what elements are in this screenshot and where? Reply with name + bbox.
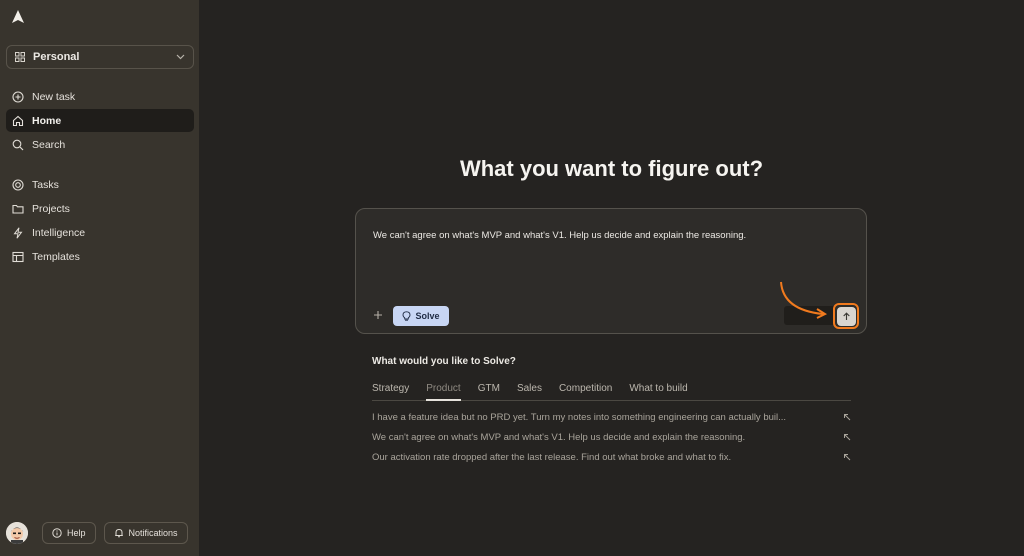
bell-icon (114, 528, 123, 538)
sidebar-item-intelligence[interactable]: Intelligence (6, 221, 194, 244)
grid-icon (15, 52, 25, 62)
sidebar-item-label: Projects (32, 202, 70, 215)
sidebar-item-label: Search (32, 138, 66, 151)
tab-gtm[interactable]: GTM (478, 383, 500, 401)
prompt-input[interactable]: We can't agree on what's MVP and what's … (373, 230, 746, 241)
chevron-down-icon (176, 54, 185, 60)
prompt-box[interactable]: We can't agree on what's MVP and what's … (355, 208, 867, 334)
sidebar-item-label: Tasks (32, 178, 59, 191)
sidebar: Personal New task Home Search Tasks Proj… (0, 0, 199, 556)
sidebar-footer: Help Notifications (6, 521, 194, 545)
tab-product[interactable]: Product (426, 383, 461, 401)
notifications-label: Notifications (128, 528, 178, 538)
add-attachment-icon[interactable] (372, 309, 384, 321)
suggestions-title: What would you like to Solve? (372, 356, 516, 367)
tab-sales[interactable]: Sales (517, 383, 542, 401)
search-icon (12, 139, 24, 150)
suggestion-text: I have a feature idea but no PRD yet. Tu… (372, 411, 787, 423)
send-button[interactable] (833, 303, 859, 329)
help-label: Help (67, 528, 86, 538)
workspace-switcher[interactable]: Personal (6, 45, 194, 69)
sidebar-item-templates[interactable]: Templates (6, 245, 194, 268)
category-tabs: Strategy Product GTM Sales Competition W… (372, 383, 851, 401)
sidebar-item-home[interactable]: Home (6, 109, 194, 132)
arrow-up-left-icon (844, 434, 851, 441)
suggestion-item[interactable]: I have a feature idea but no PRD yet. Tu… (372, 409, 851, 425)
suggestion-item[interactable]: We can't agree on what's MVP and what's … (372, 429, 851, 445)
page-title: What you want to figure out? (459, 156, 764, 181)
avatar[interactable] (6, 522, 28, 544)
lightning-icon (13, 227, 23, 238)
logo-icon[interactable] (11, 10, 25, 24)
sidebar-item-label: Home (32, 114, 62, 127)
help-button[interactable]: Help (42, 522, 96, 544)
sidebar-item-new-task[interactable]: New task (6, 85, 194, 108)
tab-what-to-build[interactable]: What to build (629, 383, 687, 401)
suggestion-item[interactable]: Our activation rate dropped after the la… (372, 449, 851, 465)
suggestion-text: Our activation rate dropped after the la… (372, 451, 732, 463)
lightbulb-icon (403, 311, 411, 321)
sidebar-item-label: Intelligence (32, 226, 86, 239)
arrow-up-left-icon (844, 414, 851, 421)
sidebar-item-projects[interactable]: Projects (6, 197, 194, 220)
arrow-up-icon (842, 311, 850, 320)
help-circle-icon (52, 528, 62, 538)
send-button-face (836, 306, 856, 326)
solve-label: Solve (415, 311, 440, 321)
workspace-label: Personal (33, 51, 80, 63)
suggestion-text: We can't agree on what's MVP and what's … (372, 431, 746, 443)
notifications-button[interactable]: Notifications (103, 522, 188, 544)
arrow-up-left-icon (844, 454, 851, 461)
solve-mode-chip[interactable]: Solve (393, 306, 449, 326)
home-icon (12, 115, 24, 126)
target-icon (12, 178, 24, 191)
sidebar-item-label: Templates (32, 250, 80, 263)
main-content: What you want to figure out? We can't ag… (199, 0, 1024, 556)
sidebar-item-search[interactable]: Search (6, 133, 194, 156)
plus-circle-icon (12, 90, 24, 103)
tab-competition[interactable]: Competition (559, 383, 612, 401)
folder-icon (12, 204, 24, 214)
sidebar-item-tasks[interactable]: Tasks (6, 173, 194, 196)
sidebar-item-label: New task (32, 90, 76, 103)
template-icon (12, 251, 24, 262)
tab-strategy[interactable]: Strategy (372, 383, 409, 401)
